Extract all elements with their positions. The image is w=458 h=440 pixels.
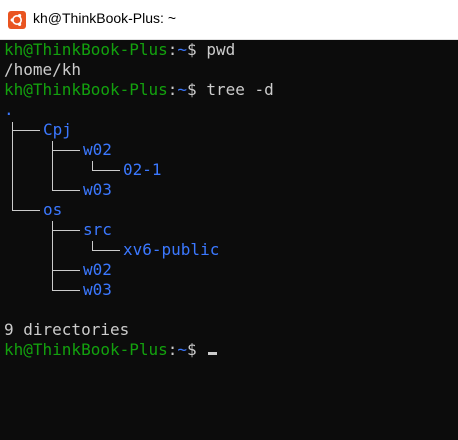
tree-node-os: os xyxy=(43,200,63,219)
prompt-path: ~ xyxy=(177,340,188,359)
prompt-separator: : xyxy=(167,340,178,359)
tree-node-w02: w02 xyxy=(83,140,112,159)
tree-node-src: src xyxy=(83,220,112,239)
prompt-symbol: $ xyxy=(187,40,197,59)
terminal-window: kh@ThinkBook-Plus: ~ kh@ThinkBook-Plus:~… xyxy=(0,0,458,440)
prompt-path: ~ xyxy=(177,80,188,99)
ubuntu-logo-icon xyxy=(8,11,26,29)
terminal-content[interactable]: kh@ThinkBook-Plus:~$ pwd /home/kh kh@Thi… xyxy=(0,40,458,440)
prompt-separator: : xyxy=(167,40,178,59)
tree-node-cpj: Cpj xyxy=(43,120,72,139)
terminal-line-pwd: kh@ThinkBook-Plus:~$ pwd xyxy=(4,40,235,60)
tree-root-dot: . xyxy=(4,100,14,119)
command-pwd: pwd xyxy=(206,40,236,59)
prompt-user-host: kh@ThinkBook-Plus xyxy=(4,340,168,359)
tree-summary: 9 directories xyxy=(4,320,130,339)
terminal-line-current-prompt: kh@ThinkBook-Plus:~$ xyxy=(4,340,218,360)
prompt-path: ~ xyxy=(177,40,188,59)
terminal-line-tree: kh@ThinkBook-Plus:~$ tree -d xyxy=(4,80,274,100)
prompt-user-host: kh@ThinkBook-Plus xyxy=(4,40,168,59)
title-bar[interactable]: kh@ThinkBook-Plus: ~ xyxy=(0,0,458,40)
prompt-symbol: $ xyxy=(187,80,197,99)
prompt-separator: : xyxy=(167,80,178,99)
tree-node-w02: w02 xyxy=(83,260,112,279)
command-tree: tree -d xyxy=(206,80,274,99)
prompt-user-host: kh@ThinkBook-Plus xyxy=(4,80,168,99)
terminal-output-home: /home/kh xyxy=(4,60,82,79)
tree-node-xv6-public: xv6-public xyxy=(123,240,220,259)
tree-node-02-1: 02-1 xyxy=(123,160,162,179)
tree-node-w03: w03 xyxy=(83,180,112,199)
prompt-symbol: $ xyxy=(187,340,197,359)
tree-connector-lines xyxy=(12,122,120,291)
text-cursor xyxy=(208,352,218,355)
tree-node-w03: w03 xyxy=(83,280,112,299)
window-title: kh@ThinkBook-Plus: ~ xyxy=(33,10,176,26)
